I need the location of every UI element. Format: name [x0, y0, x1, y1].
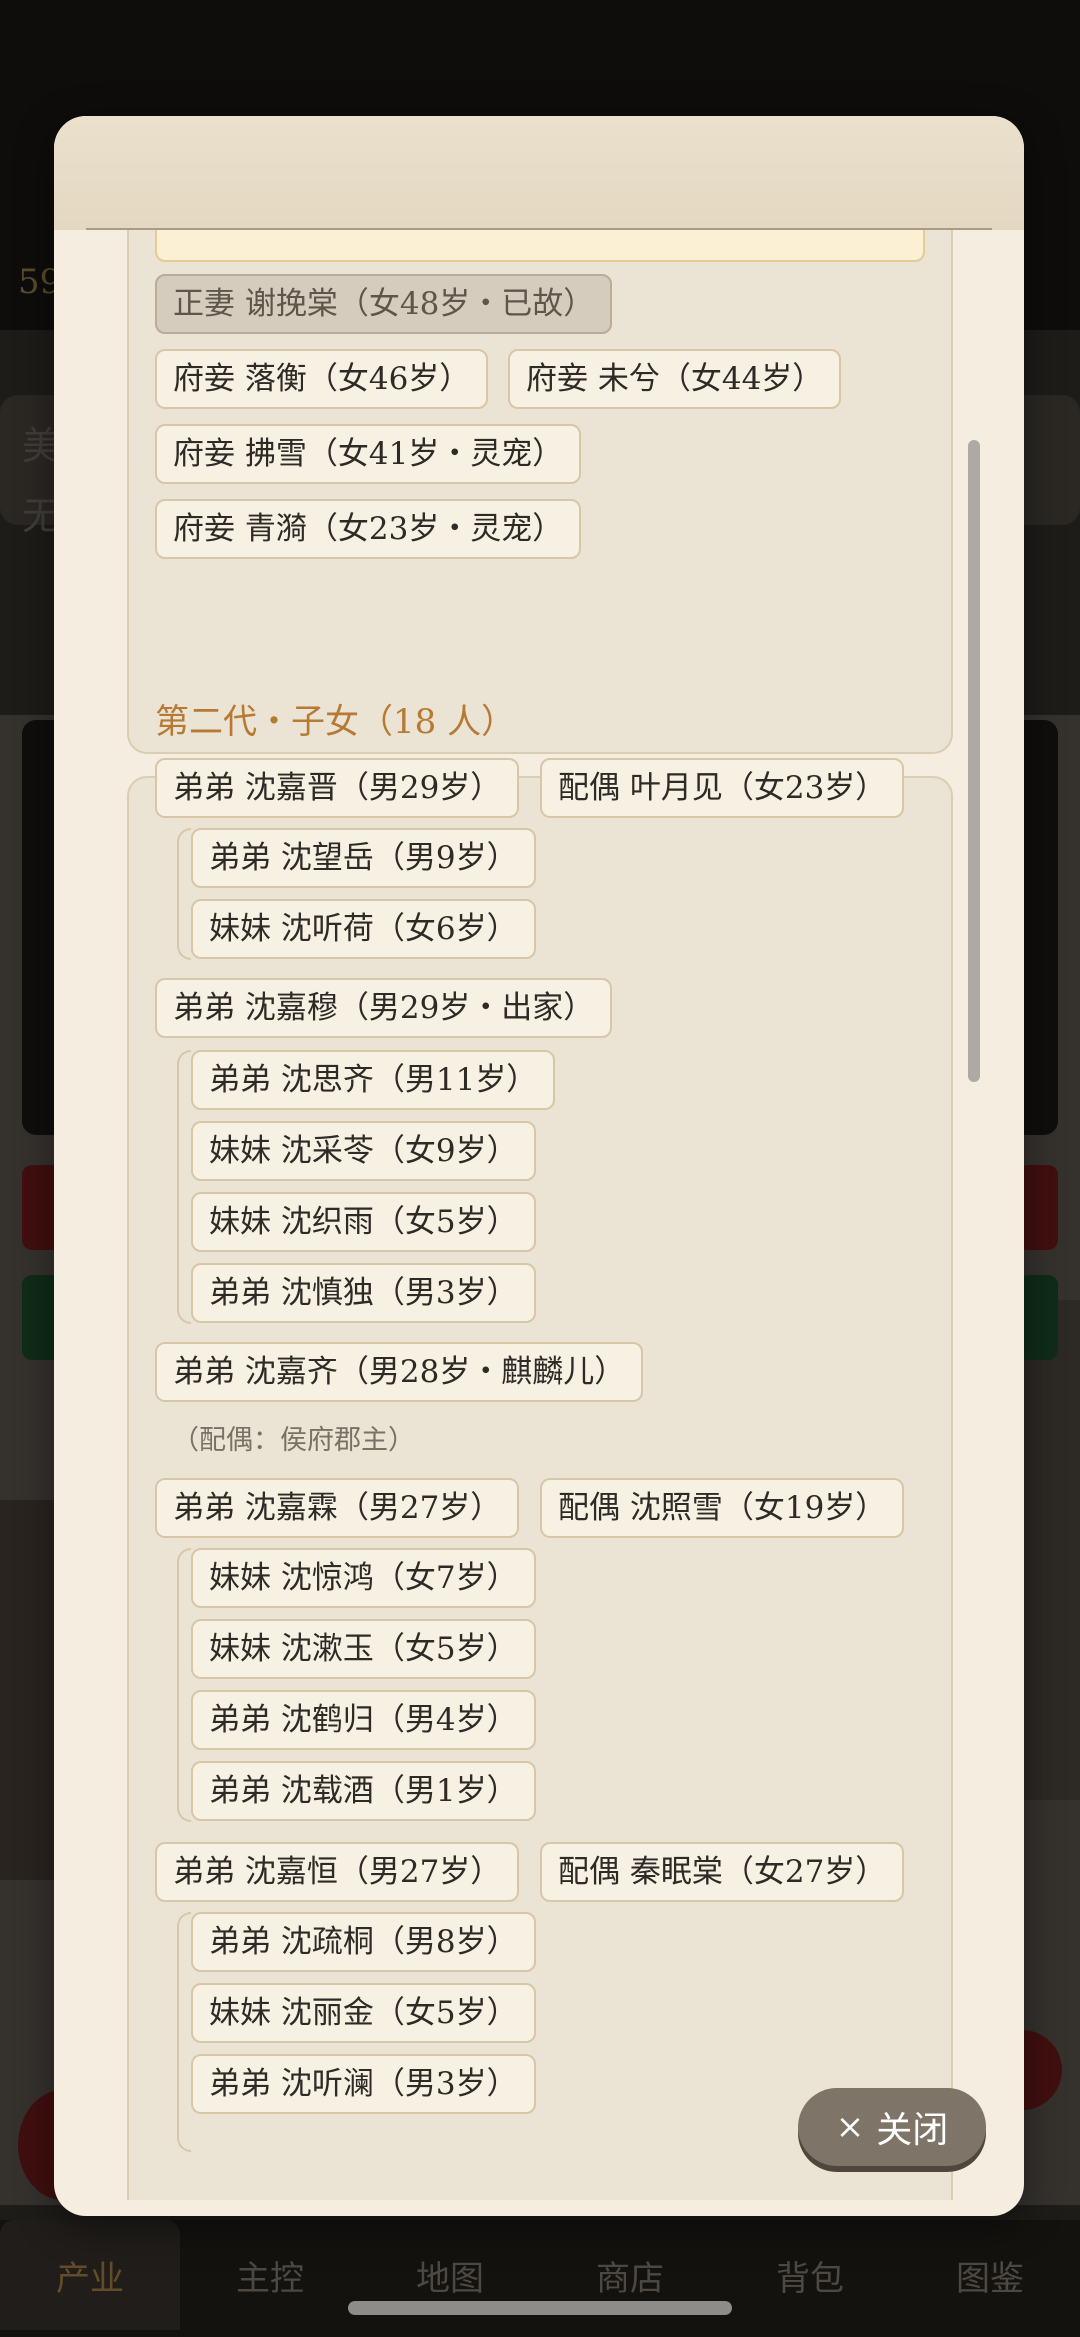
grandchild-chip[interactable]: 弟弟 沈疏桐（男8岁） [191, 1912, 536, 1972]
spouse-note: （配偶：侯府郡主） [172, 1425, 415, 1456]
grandchild-chip[interactable]: 妹妹 沈丽金（女5岁） [191, 1983, 536, 2043]
child-chip[interactable]: 弟弟 沈嘉霖（男27岁） [155, 1478, 520, 1538]
grandchild-chip[interactable]: 妹妹 沈惊鸿（女7岁） [191, 1548, 536, 1608]
modal-scrollbar[interactable] [968, 440, 980, 1082]
family-tree-modal: 家主 沈砚舟（男50岁） 正妻 谢挽棠（女48岁・已故） 府妾 落衡（女46岁）… [54, 116, 1024, 2216]
child-chip[interactable]: 弟弟 沈嘉齐（男28岁・麒麟儿） [155, 1342, 644, 1402]
family-head-chip[interactable]: 家主 沈砚舟（男50岁） [155, 230, 925, 262]
grandchild-chip[interactable]: 妹妹 沈漱玉（女5岁） [191, 1619, 536, 1679]
spouse-chip[interactable]: 配偶 秦眠棠（女27岁） [540, 1842, 905, 1902]
child-chip[interactable]: 弟弟 沈嘉晋（男29岁） [155, 758, 520, 818]
grandchild-chip[interactable]: 弟弟 沈鹤归（男4岁） [191, 1690, 536, 1750]
concubine-chip[interactable]: 府妾 落衡（女46岁） [155, 349, 489, 409]
spouse-chip[interactable]: 配偶 叶月见（女23岁） [540, 758, 905, 818]
grandchild-chip[interactable]: 弟弟 沈听澜（男3岁） [191, 2054, 536, 2114]
close-button[interactable]: × 关闭 [798, 2088, 986, 2166]
grandchild-chip[interactable]: 弟弟 沈思齐（男11岁） [191, 1050, 556, 1110]
grandchild-chip[interactable]: 弟弟 沈载酒（男1岁） [191, 1761, 536, 1821]
concubine-chip[interactable]: 府妾 拂雪（女41岁・灵宠） [155, 424, 582, 484]
concubine-chip[interactable]: 府妾 青漪（女23岁・灵宠） [155, 499, 582, 559]
close-icon: × [835, 2107, 865, 2147]
children-bracket [177, 828, 191, 960]
generation-2-title: 第二代・子女（18 人） [155, 702, 516, 742]
modal-header [54, 116, 1024, 230]
grandchild-chip[interactable]: 妹妹 沈听荷（女6岁） [191, 899, 536, 959]
child-chip[interactable]: 弟弟 沈嘉恒（男27岁） [155, 1842, 520, 1902]
grandchild-chip[interactable]: 弟弟 沈慎独（男3岁） [191, 1263, 536, 1323]
child-chip[interactable]: 弟弟 沈嘉穆（男29岁・出家） [155, 978, 613, 1038]
children-bracket [177, 1050, 191, 1324]
children-bracket [177, 1912, 191, 2152]
grandchild-chip[interactable]: 弟弟 沈望岳（男9岁） [191, 828, 536, 888]
grandchild-chip[interactable]: 妹妹 沈采苓（女9岁） [191, 1121, 536, 1181]
children-bracket [177, 1548, 191, 1822]
main-wife-chip[interactable]: 正妻 谢挽棠（女48岁・已故） [155, 274, 613, 334]
close-label: 关闭 [876, 2110, 949, 2151]
concubine-chip[interactable]: 府妾 未兮（女44岁） [508, 349, 842, 409]
spouse-chip[interactable]: 配偶 沈照雪（女19岁） [540, 1478, 905, 1538]
home-indicator [348, 2301, 732, 2315]
grandchild-chip[interactable]: 妹妹 沈织雨（女5岁） [191, 1192, 536, 1252]
family-tree-list[interactable]: 家主 沈砚舟（男50岁） 正妻 谢挽棠（女48岁・已故） 府妾 落衡（女46岁）… [54, 230, 1024, 2200]
